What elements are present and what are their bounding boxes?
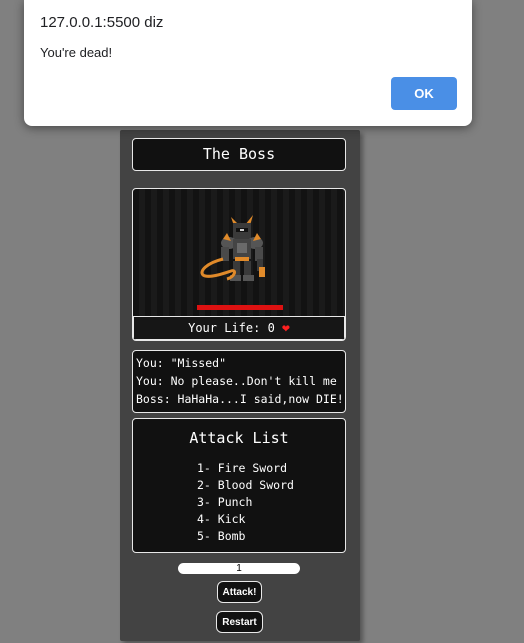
- attack-list-box: Attack List 1- Fire Sword 2- Blood Sword…: [132, 418, 346, 553]
- boss-arena: Your Life: 0 ❤: [132, 188, 346, 341]
- attack-item: 1- Fire Sword: [197, 461, 288, 475]
- attack-item: 5- Bomb: [197, 529, 246, 543]
- heart-icon: ❤: [282, 321, 290, 336]
- restart-button[interactable]: Restart: [216, 611, 263, 633]
- battle-log: You: "Missed" You: No please..Don't kill…: [132, 350, 346, 413]
- log-line: You: No please..Don't kill me !: [136, 374, 345, 388]
- player-life-label: Your Life: 0: [188, 321, 275, 335]
- attack-item: 4- Kick: [197, 512, 246, 526]
- game-page: 127.0.0.1:5500 diz You're dead! OK The B…: [0, 0, 524, 643]
- player-life-bar: Your Life: 0 ❤: [133, 316, 345, 340]
- alert-message: You're dead!: [40, 45, 113, 60]
- attack-item: 3- Punch: [197, 495, 253, 509]
- attack-list-title: Attack List: [189, 429, 289, 447]
- attack-number-input[interactable]: [178, 563, 300, 574]
- attack-item: 2- Blood Sword: [197, 478, 294, 492]
- alert-origin: 127.0.0.1:5500 diz: [40, 14, 164, 31]
- attack-button[interactable]: Attack!: [217, 581, 262, 603]
- game-title: The Boss: [202, 145, 276, 163]
- log-line: Boss: HaHaHa...I said,now DIE!: [136, 392, 344, 406]
- title-box: The Boss: [132, 138, 346, 171]
- attack-list: 1- Fire Sword 2- Blood Sword 3- Punch 4-…: [197, 460, 294, 545]
- boss-health-bar: [197, 305, 283, 310]
- alert-ok-button[interactable]: OK: [391, 77, 457, 110]
- log-line: You: "Missed": [136, 356, 227, 370]
- boss-knight-sprite: [200, 215, 265, 281]
- alert-dialog: 127.0.0.1:5500 diz You're dead! OK: [24, 0, 472, 126]
- game-panel: The Boss Your Life: 0 ❤ You: "Missed" Yo…: [120, 130, 360, 641]
